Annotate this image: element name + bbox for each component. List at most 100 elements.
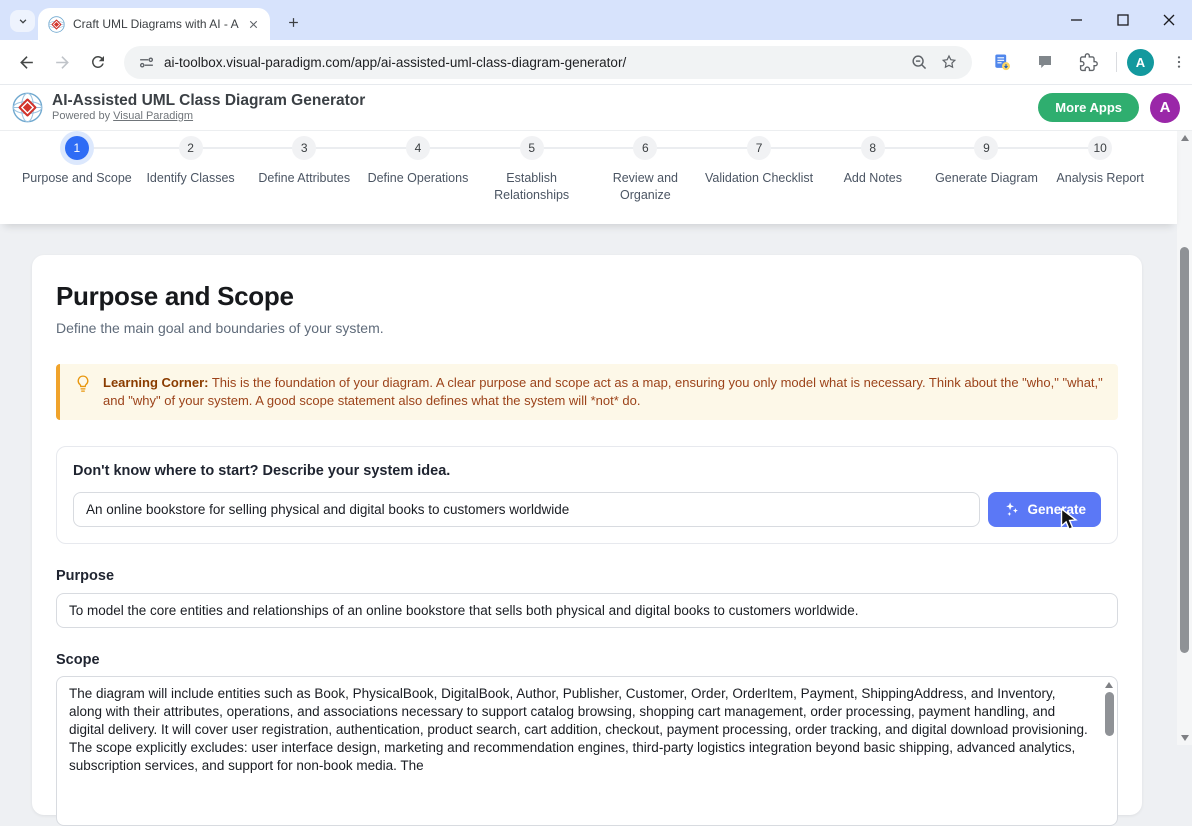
purpose-input[interactable] — [56, 593, 1118, 628]
scope-scroll-up-icon[interactable] — [1105, 682, 1113, 688]
idea-card: Don't know where to start? Describe your… — [56, 446, 1118, 544]
idea-label: Don't know where to start? Describe your… — [73, 463, 1101, 479]
page-scroll-down-icon[interactable] — [1181, 735, 1189, 741]
step-label: Establish Relationships — [476, 170, 588, 204]
scope-label: Scope — [56, 652, 1118, 668]
page-scroll-thumb[interactable] — [1180, 247, 1189, 653]
step-label: Define Operations — [368, 170, 469, 187]
step-label: Analysis Report — [1056, 170, 1144, 187]
address-bar[interactable]: ai-toolbox.visual-paradigm.com/app/ai-as… — [124, 46, 972, 79]
step-number: 5 — [520, 136, 544, 160]
scope-wrap: The diagram will include entities such a… — [56, 676, 1118, 826]
visual-paradigm-logo — [12, 92, 43, 123]
app-header: AI-Assisted UML Class Diagram Generator … — [0, 85, 1192, 131]
tab-search-button[interactable] — [10, 10, 35, 32]
maximize-icon — [1117, 14, 1129, 26]
step-label: Add Notes — [844, 170, 902, 187]
stepper-step-define-operations[interactable]: 4 Define Operations — [361, 136, 475, 204]
purpose-label: Purpose — [56, 568, 1118, 584]
comment-bubble-icon[interactable] — [1029, 46, 1061, 78]
powered-by-text: Powered by — [52, 110, 110, 122]
page-subtitle: Define the main goal and boundaries of y… — [56, 320, 1118, 336]
step-label: Define Attributes — [258, 170, 350, 187]
sparkles-icon — [1003, 501, 1020, 518]
lightbulb-icon — [74, 374, 92, 410]
learning-corner-body: This is the foundation of your diagram. … — [103, 375, 1103, 408]
step-number: 8 — [861, 136, 885, 160]
back-icon — [17, 53, 36, 72]
idea-row: Generate — [73, 492, 1101, 527]
page-scrollbar[interactable] — [1177, 131, 1192, 745]
browser-menu-icon[interactable] — [1163, 46, 1192, 78]
steps: 1 Purpose and Scope 2 Identify Classes 3… — [20, 136, 1157, 204]
forward-icon — [53, 53, 72, 72]
learning-corner-label: Learning Corner: — [103, 375, 208, 390]
step-number: 9 — [974, 136, 998, 160]
step-number: 7 — [747, 136, 771, 160]
step-number: 3 — [292, 136, 316, 160]
toolbar-separator — [1116, 52, 1117, 72]
new-tab-button[interactable] — [280, 9, 306, 35]
zoom-out-icon[interactable] — [910, 53, 928, 71]
forward-button[interactable] — [46, 46, 78, 78]
step-number: 1 — [65, 136, 89, 160]
browser-toolbar: ai-toolbox.visual-paradigm.com/app/ai-as… — [0, 40, 1192, 85]
browser-tab[interactable]: Craft UML Diagrams with AI - A — [38, 8, 270, 40]
step-label: Generate Diagram — [935, 170, 1038, 187]
scope-scroll-thumb[interactable] — [1105, 692, 1114, 736]
reading-mode-icon[interactable] — [986, 46, 1018, 78]
stepper-step-identify-classes[interactable]: 2 Identify Classes — [134, 136, 248, 204]
scope-scrollbar[interactable] — [1102, 678, 1116, 824]
stepper-step-add-notes[interactable]: 8 Add Notes — [816, 136, 930, 204]
step-label: Review and Organize — [589, 170, 701, 204]
learning-corner-text: Learning Corner: This is the foundation … — [103, 374, 1104, 410]
bookmark-star-icon[interactable] — [940, 53, 958, 71]
plus-icon — [286, 15, 301, 30]
powered-by: Powered by Visual Paradigm — [52, 110, 365, 123]
stepper-step-define-attributes[interactable]: 3 Define Attributes — [247, 136, 361, 204]
site-info-icon[interactable] — [138, 54, 155, 71]
toolbar-right: A — [984, 46, 1192, 78]
stepper-step-purpose-and-scope[interactable]: 1 Purpose and Scope — [20, 136, 134, 204]
tab-title: Craft UML Diagrams with AI - A — [73, 17, 239, 31]
step-label: Validation Checklist — [705, 170, 813, 187]
generate-button[interactable]: Generate — [988, 492, 1101, 527]
main-card: Purpose and Scope Define the main goal a… — [32, 255, 1142, 815]
stepper-step-validation-checklist[interactable]: 7 Validation Checklist — [702, 136, 816, 204]
step-number: 10 — [1088, 136, 1112, 160]
user-avatar[interactable]: A — [1150, 93, 1180, 123]
window-controls — [1054, 0, 1192, 40]
more-apps-button[interactable]: More Apps — [1038, 93, 1139, 122]
system-idea-input[interactable] — [73, 492, 980, 527]
tab-close-icon[interactable] — [247, 18, 260, 31]
browser-profile-avatar[interactable]: A — [1127, 49, 1154, 76]
app-titles: AI-Assisted UML Class Diagram Generator … — [52, 92, 365, 123]
step-label: Identify Classes — [146, 170, 234, 187]
close-window-button[interactable] — [1146, 0, 1192, 40]
visual-paradigm-link[interactable]: Visual Paradigm — [113, 110, 193, 122]
page-title: Purpose and Scope — [56, 281, 1118, 312]
page-scroll-up-icon[interactable] — [1181, 135, 1189, 141]
back-button[interactable] — [10, 46, 42, 78]
reload-icon — [89, 53, 107, 71]
url-text[interactable]: ai-toolbox.visual-paradigm.com/app/ai-as… — [164, 55, 898, 70]
browser-titlebar: Craft UML Diagrams with AI - A — [0, 0, 1192, 40]
stepper-step-generate-diagram[interactable]: 9 Generate Diagram — [930, 136, 1044, 204]
extensions-puzzle-icon[interactable] — [1072, 46, 1104, 78]
stepper-bar: 1 Purpose and Scope 2 Identify Classes 3… — [0, 131, 1177, 224]
minimize-button[interactable] — [1054, 0, 1100, 40]
step-number: 2 — [179, 136, 203, 160]
stepper-step-review-and-organize[interactable]: 6 Review and Organize — [589, 136, 703, 204]
generate-button-label: Generate — [1027, 502, 1086, 517]
app-title: AI-Assisted UML Class Diagram Generator — [52, 92, 365, 110]
learning-corner-callout: Learning Corner: This is the foundation … — [56, 364, 1118, 420]
reload-button[interactable] — [82, 46, 114, 78]
minimize-icon — [1071, 14, 1083, 26]
scope-textarea[interactable]: The diagram will include entities such a… — [56, 676, 1118, 826]
stepper-step-establish-relationships[interactable]: 5 Establish Relationships — [475, 136, 589, 204]
step-number: 4 — [406, 136, 430, 160]
maximize-button[interactable] — [1100, 0, 1146, 40]
stepper-step-analysis-report[interactable]: 10 Analysis Report — [1043, 136, 1157, 204]
visual-paradigm-favicon — [48, 16, 65, 33]
close-icon — [1163, 14, 1175, 26]
